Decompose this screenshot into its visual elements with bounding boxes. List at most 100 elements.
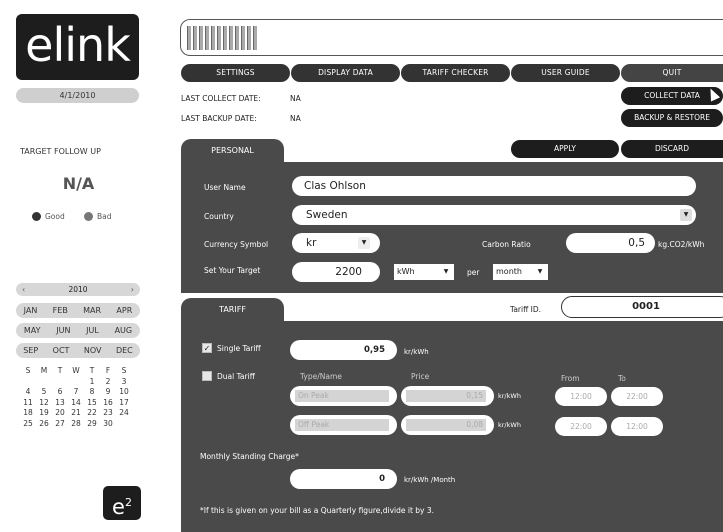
target-unit-value: kWh [397, 267, 415, 276]
calendar-day[interactable]: 2 [100, 377, 116, 388]
week-row: 25 26 27 28 29 30 [20, 419, 132, 430]
standing-charge-input[interactable]: 0 [290, 469, 397, 489]
col-type-name: Type/Name [300, 372, 342, 381]
calendar-day[interactable]: 28 [68, 419, 84, 430]
on-peak-to[interactable]: 22:00 [611, 387, 663, 406]
calendar-day[interactable]: 4 [20, 387, 36, 398]
calendar-day[interactable]: 3 [116, 377, 132, 388]
calendar-day[interactable]: 24 [116, 408, 132, 419]
calendar-day[interactable]: 16 [100, 398, 116, 409]
calendar-day[interactable]: 7 [68, 387, 84, 398]
currency-value: kr [306, 237, 317, 249]
col-price: Price [411, 372, 430, 381]
off-peak-from[interactable]: 22:00 [555, 417, 607, 436]
month-apr[interactable]: APR [116, 306, 132, 315]
legend-good: Good [32, 212, 65, 221]
country-value: Sweden [306, 209, 348, 221]
legend-good-label: Good [45, 212, 65, 221]
tariff-id-label: Tariff ID. [510, 305, 542, 314]
apply-button[interactable]: APPLY [511, 140, 619, 158]
backup-restore-button[interactable]: BACKUP & RESTORE [621, 109, 723, 127]
discard-button[interactable]: DISCARD [621, 140, 723, 158]
calendar-day[interactable]: 27 [52, 419, 68, 430]
col-from: From [561, 374, 580, 383]
month-feb[interactable]: FEB [53, 306, 68, 315]
calendar-day[interactable]: 13 [52, 398, 68, 409]
period-select[interactable]: month ▼ [493, 264, 548, 280]
month-sep[interactable]: SEP [23, 346, 38, 355]
calendar-day[interactable]: 19 [36, 408, 52, 419]
single-tariff-price[interactable]: 0,95 [290, 340, 397, 360]
nav-quit[interactable]: QUIT [621, 64, 723, 82]
nav-user-guide[interactable]: USER GUIDE [511, 64, 620, 82]
calendar-header: ‹ 2010 › [16, 283, 140, 296]
user-name-input[interactable]: Clas Ohlson [292, 176, 696, 196]
month-jan[interactable]: JAN [24, 306, 38, 315]
off-peak-price[interactable]: 0,08 [401, 415, 494, 435]
calendar-day[interactable]: 20 [52, 408, 68, 419]
tab-tariff[interactable]: TARIFF [181, 298, 284, 322]
calendar-day[interactable]: 1 [84, 377, 100, 388]
chevron-down-icon[interactable]: ▼ [358, 237, 370, 249]
calendar-day[interactable] [20, 377, 36, 388]
calendar-day[interactable]: 23 [100, 408, 116, 419]
calendar-day[interactable]: 14 [68, 398, 84, 409]
month-dec[interactable]: DEC [116, 346, 133, 355]
calendar-day[interactable] [116, 419, 132, 430]
calendar-day[interactable]: 12 [36, 398, 52, 409]
calendar-day[interactable]: 22 [84, 408, 100, 419]
carbon-ratio-input[interactable]: 0,5 [566, 233, 655, 253]
calendar-next-icon[interactable]: › [131, 283, 134, 296]
currency-select[interactable]: kr ▼ [292, 233, 380, 253]
calendar-day[interactable]: 21 [68, 408, 84, 419]
month-may[interactable]: MAY [24, 326, 41, 335]
calendar-day[interactable] [52, 377, 68, 388]
chevron-down-icon[interactable]: ▼ [440, 266, 452, 278]
calendar-day[interactable]: 29 [84, 419, 100, 430]
month-mar[interactable]: MAR [83, 306, 101, 315]
calendar-day[interactable]: 6 [52, 387, 68, 398]
standing-charge-unit: kr/kWh /Month [404, 476, 456, 484]
country-select[interactable]: Sweden ▼ [292, 205, 696, 225]
on-peak-price[interactable]: 0,15 [401, 386, 494, 406]
on-peak-from[interactable]: 12:00 [555, 387, 607, 406]
calendar-day[interactable]: 5 [36, 387, 52, 398]
nav-tariff-checker[interactable]: TARIFF CHECKER [401, 64, 510, 82]
month-nov[interactable]: NOV [84, 346, 102, 355]
dual-tariff-label: Dual Tariff [217, 372, 255, 381]
calendar-day[interactable]: 15 [84, 398, 100, 409]
calendar-day[interactable]: 26 [36, 419, 52, 430]
calendar-day[interactable]: 18 [20, 408, 36, 419]
calendar-day[interactable]: 17 [116, 398, 132, 409]
weekday-row: SMTWTFS [20, 366, 132, 377]
target-unit-select[interactable]: kWh ▼ [394, 264, 454, 280]
on-peak-name[interactable]: On Peak [290, 386, 397, 406]
off-peak-to[interactable]: 12:00 [611, 417, 663, 436]
month-aug[interactable]: AUG [115, 326, 133, 335]
nav-display-data[interactable]: DISPLAY DATA [291, 64, 400, 82]
chevron-down-icon[interactable]: ▼ [680, 209, 692, 221]
target-input[interactable]: 2200 [292, 262, 380, 282]
month-jul[interactable]: JUL [86, 326, 99, 335]
calendar-day[interactable]: 8 [84, 387, 100, 398]
calendar-day[interactable]: 11 [20, 398, 36, 409]
calendar-day[interactable]: 9 [100, 387, 116, 398]
target-follow-up-value: N/A [62, 174, 95, 193]
calendar-day[interactable]: 10 [116, 387, 132, 398]
off-peak-name[interactable]: Off Peak [290, 415, 397, 435]
nav-settings[interactable]: SETTINGS [181, 64, 290, 82]
calendar-day[interactable] [36, 377, 52, 388]
month-oct[interactable]: OCT [53, 346, 70, 355]
calendar-day[interactable] [68, 377, 84, 388]
calendar-day[interactable]: 30 [100, 419, 116, 430]
weekday-label: T [89, 366, 95, 375]
tariff-id-input[interactable]: 0001 [561, 296, 723, 318]
e2-base: e [112, 495, 125, 519]
dual-tariff-checkbox[interactable] [202, 371, 212, 381]
calendar-day[interactable]: 25 [20, 419, 36, 430]
tab-personal[interactable]: PERSONAL [181, 139, 284, 163]
month-jun[interactable]: JUN [56, 326, 70, 335]
single-tariff-checkbox[interactable]: ✓ [202, 343, 212, 353]
carbon-ratio-label: Carbon Ratio [482, 240, 531, 249]
chevron-down-icon[interactable]: ▼ [534, 266, 546, 278]
